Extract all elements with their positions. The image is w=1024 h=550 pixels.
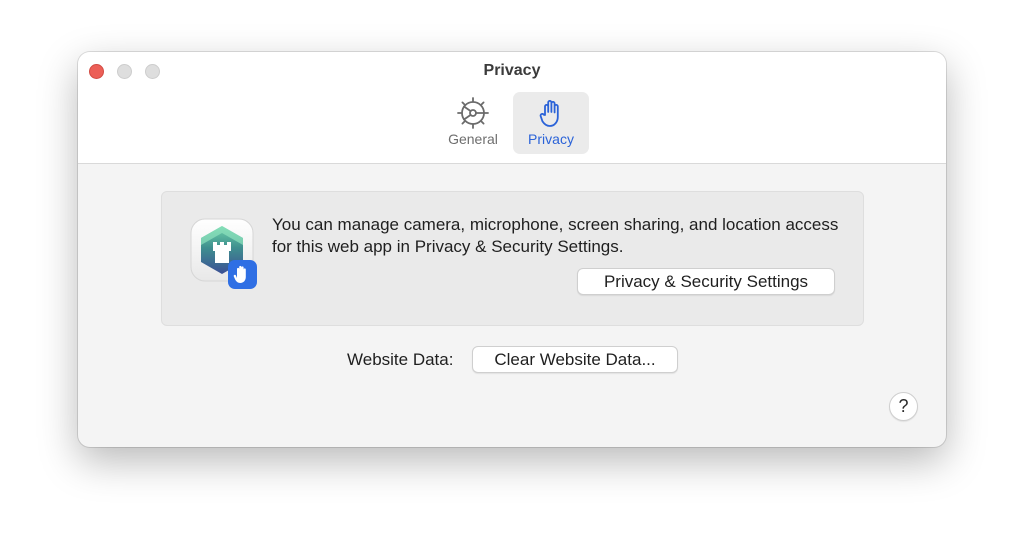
gear-icon	[457, 97, 489, 129]
clear-website-data-button[interactable]: Clear Website Data...	[472, 346, 678, 373]
privacy-security-settings-button[interactable]: Privacy & Security Settings	[577, 268, 835, 295]
tab-general-label: General	[448, 131, 498, 147]
tab-privacy[interactable]: Privacy	[513, 92, 589, 154]
title-bar: Privacy General Privacy	[78, 52, 946, 164]
tab-privacy-label: Privacy	[528, 131, 574, 147]
web-app-privacy-icon	[190, 218, 257, 289]
window-title: Privacy	[483, 62, 541, 79]
tab-general[interactable]: General	[435, 92, 511, 154]
preferences-window: Privacy General Privacy You can manage c…	[78, 52, 946, 447]
hand-icon	[539, 100, 559, 127]
privacy-info-panel: You can manage camera, microphone, scree…	[161, 191, 864, 326]
privacy-info-text: You can manage camera, microphone, scree…	[272, 215, 839, 256]
help-button[interactable]: ?	[889, 392, 918, 421]
website-data-label: Website Data:	[347, 350, 454, 369]
